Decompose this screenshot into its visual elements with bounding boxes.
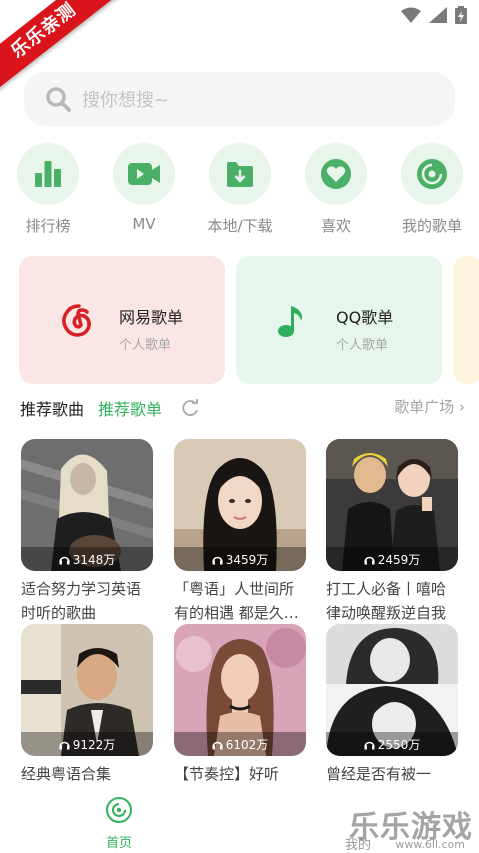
recommend-header: 推荐歌曲 推荐歌单 歌单广场 ›	[20, 396, 465, 420]
bottom-tab-bar: 首页 我的 乐乐游戏 www.6ll.com	[0, 788, 479, 853]
brand-watermark-url: www.6ll.com	[395, 838, 465, 851]
tab-recommended-songs[interactable]: 推荐歌曲	[20, 396, 84, 420]
heart-icon	[321, 159, 351, 189]
play-count-value: 9122万	[72, 737, 116, 752]
playlist-square-link[interactable]: 歌单广场 ›	[394, 396, 465, 417]
play-count: 6102万	[174, 732, 306, 756]
netease-playlist-card[interactable]: 网易歌单 个人歌单	[19, 256, 225, 384]
tab-home[interactable]: 首页	[88, 796, 150, 851]
nav-ranking[interactable]: 排行榜	[8, 143, 88, 236]
qq-card-subtitle: 个人歌单	[336, 338, 389, 353]
song-title: 适合努力学习英语时听的歌曲	[21, 580, 142, 622]
battery-icon	[455, 6, 467, 24]
play-count-value: 3148万	[72, 552, 116, 567]
netease-icon	[62, 304, 91, 337]
play-count: 2459万	[326, 547, 458, 571]
song-title: 「粤语」人世间所有的相遇 都是久…	[174, 580, 299, 622]
headphones-icon	[211, 741, 223, 749]
song-cover-image: 3148万	[21, 439, 153, 571]
nav-my-playlists-label: 我的歌单	[401, 217, 462, 235]
disc-icon	[417, 159, 447, 189]
headphones-icon	[211, 556, 223, 564]
search-input[interactable]: 搜你想搜~	[24, 72, 455, 126]
nav-my-playlists[interactable]: 我的歌单	[392, 143, 472, 236]
song-card[interactable]: 2550万 曾经是否有被一句…	[326, 624, 458, 810]
headphones-icon	[363, 556, 375, 564]
nav-favorites[interactable]: 喜欢	[296, 143, 376, 236]
nav-ranking-circle	[17, 143, 79, 205]
nav-my-playlists-circle	[401, 143, 463, 205]
song-cover-image: 2459万	[326, 439, 458, 571]
play-count-value: 6102万	[225, 737, 269, 752]
netease-card-title: 网易歌单	[119, 308, 184, 327]
signal-icon	[429, 7, 447, 23]
folder-download-icon	[227, 162, 253, 187]
song-card[interactable]: 6102万 【节奏控】好听又…	[174, 624, 306, 810]
nav-local-circle	[209, 143, 271, 205]
tab-home-label: 首页	[105, 836, 132, 851]
play-count-value: 2550万	[377, 737, 421, 752]
song-card[interactable]: 3148万 适合努力学习英语时听的歌曲	[21, 439, 153, 625]
chart-bars-icon	[35, 161, 61, 187]
music-note-icon	[278, 306, 302, 337]
tab-recommended-playlists[interactable]: 推荐歌单	[98, 396, 162, 420]
song-card[interactable]: 9122万 经典粤语合集【无…	[21, 624, 153, 810]
headphones-icon	[58, 741, 70, 749]
song-cover-image: 6102万	[174, 624, 306, 756]
refresh-icon[interactable]	[180, 398, 200, 418]
song-title: 打工人必备丨嘻哈律动唤醒叛逆自我	[326, 580, 447, 622]
nav-mv-label: MV	[132, 215, 156, 233]
headphones-icon	[58, 556, 70, 564]
qq-card-title: QQ歌单	[336, 308, 394, 327]
wifi-icon	[401, 7, 421, 23]
headphones-icon	[363, 741, 375, 749]
video-camera-icon	[128, 163, 160, 185]
chevron-right-icon: ›	[459, 398, 465, 416]
play-count-value: 2459万	[377, 552, 421, 567]
extra-playlist-card[interactable]	[453, 256, 479, 384]
play-count-value: 3459万	[225, 552, 269, 567]
search-icon	[46, 87, 71, 112]
nav-local-download[interactable]: 本地/下载	[200, 143, 280, 236]
song-cover-image: 2550万	[326, 624, 458, 756]
song-cover-image: 9122万	[21, 624, 153, 756]
play-count: 9122万	[21, 732, 153, 756]
song-card[interactable]: 2459万 打工人必备丨嘻哈律动唤醒叛逆自我	[326, 439, 458, 625]
play-count: 3148万	[21, 547, 153, 571]
quick-nav: 排行榜 MV 本地/下载 喜欢 我的歌单	[0, 143, 479, 243]
nav-favorites-label: 喜欢	[320, 217, 351, 235]
song-card[interactable]: 3459万 「粤语」人世间所有的相遇 都是久…	[174, 439, 306, 625]
search-placeholder: 搜你想搜~	[82, 90, 170, 111]
netease-card-subtitle: 个人歌单	[119, 338, 172, 353]
qq-playlist-card[interactable]: QQ歌单 个人歌单	[236, 256, 442, 384]
status-icons	[401, 6, 467, 24]
play-count: 2550万	[326, 732, 458, 756]
song-cover-image: 3459万	[174, 439, 306, 571]
nav-local-label: 本地/下载	[207, 217, 273, 235]
home-disc-icon	[106, 797, 132, 823]
playlist-square-label: 歌单广场	[394, 398, 455, 416]
nav-favorites-circle	[305, 143, 367, 205]
nav-mv[interactable]: MV	[104, 143, 184, 233]
nav-ranking-label: 排行榜	[25, 217, 71, 235]
play-count: 3459万	[174, 547, 306, 571]
nav-mv-circle	[113, 143, 175, 205]
